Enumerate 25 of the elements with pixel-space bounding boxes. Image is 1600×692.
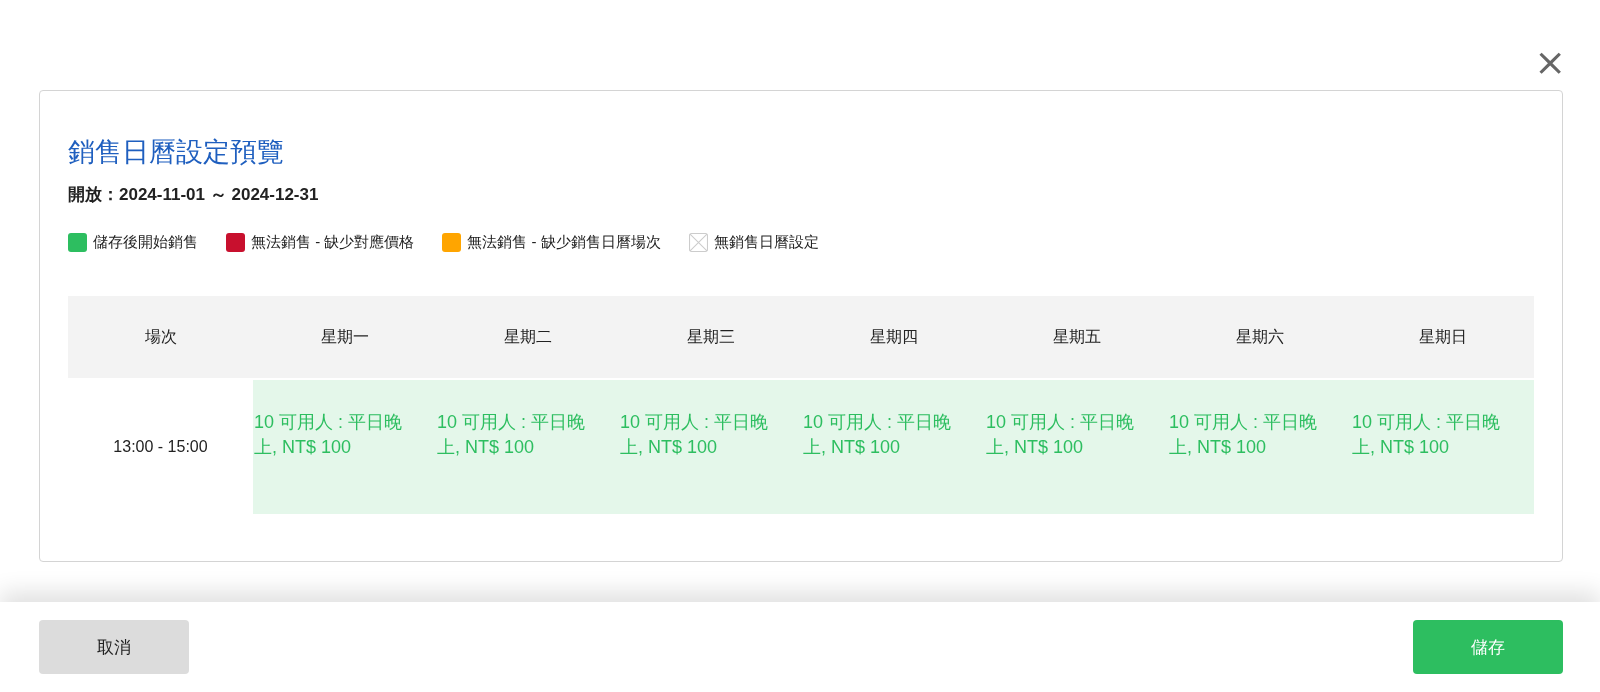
session-time: 13:00 - 15:00 xyxy=(112,437,209,457)
cancel-button[interactable]: 取消 xyxy=(39,620,189,674)
calendar-cell: 10 可用人 : 平日晚上, NT$ 100 xyxy=(802,380,985,514)
calendar-cell: 10 可用人 : 平日晚上, NT$ 100 xyxy=(253,380,436,514)
open-period: 開放：2024-11-01 ～ 2024-12-31 xyxy=(68,184,320,206)
legend-label: 無法銷售 - 缺少對應價格 xyxy=(251,233,415,252)
legend-label: 無法銷售 - 缺少銷售日曆場次 xyxy=(467,233,661,252)
close-button[interactable]: × xyxy=(1530,44,1570,80)
legend-label: 儲存後開始銷售 xyxy=(93,233,198,252)
calendar-cell: 10 可用人 : 平日晚上, NT$ 100 xyxy=(985,380,1168,514)
calendar-cell: 10 可用人 : 平日晚上, NT$ 100 xyxy=(1351,380,1534,514)
empty-box-icon xyxy=(688,233,708,252)
column-header: 星期日 xyxy=(1417,326,1468,347)
legend-label: 無銷售日曆設定 xyxy=(713,233,819,252)
calendar-cell: 10 可用人 : 平日晚上, NT$ 100 xyxy=(1168,380,1351,514)
column-header: 星期六 xyxy=(1234,326,1285,347)
column-header: 星期四 xyxy=(868,326,919,347)
column-header: 星期五 xyxy=(1051,326,1102,347)
column-header: 場次 xyxy=(143,326,178,347)
column-header: 星期一 xyxy=(319,326,370,347)
column-header: 星期二 xyxy=(502,326,553,347)
calendar-cell: 10 可用人 : 平日晚上, NT$ 100 xyxy=(619,380,802,514)
column-header: 星期三 xyxy=(685,326,736,347)
dialog-title: 銷售日曆設定預覽 xyxy=(68,136,285,169)
calendar-cell: 10 可用人 : 平日晚上, NT$ 100 xyxy=(436,380,619,514)
